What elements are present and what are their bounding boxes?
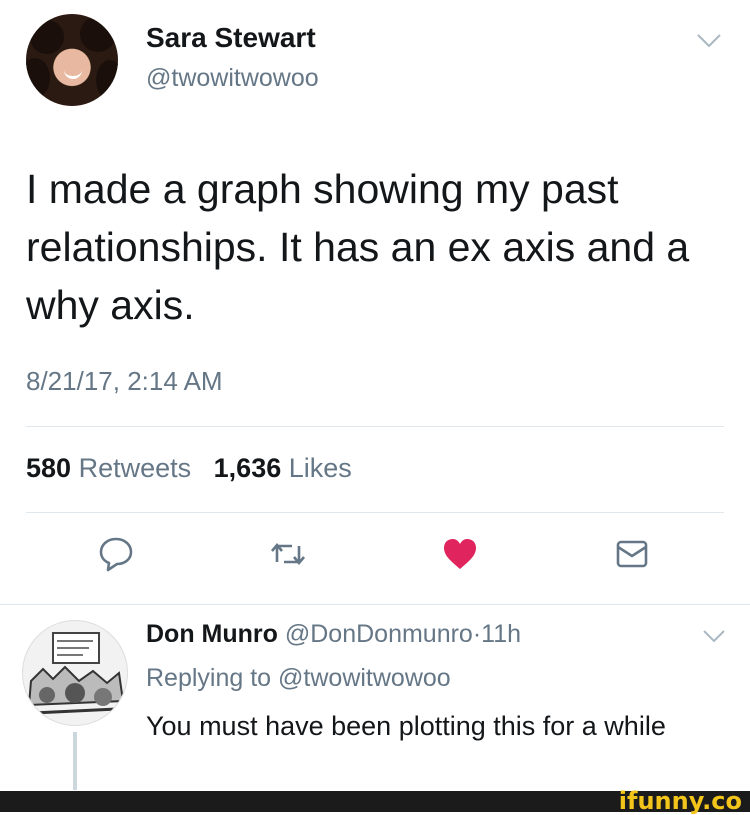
divider (26, 426, 724, 427)
tweet-timestamp[interactable]: 8/21/17, 2:14 AM (26, 366, 223, 397)
author-name[interactable]: Sara Stewart (146, 22, 316, 54)
envelope-icon[interactable] (612, 534, 652, 574)
reply-text: You must have been plotting this for a w… (146, 711, 666, 741)
reply-separator: · (472, 620, 482, 648)
reply-author-handle[interactable]: @DonDonmunro (285, 620, 473, 648)
reply-age[interactable]: 11h (481, 620, 521, 648)
tweet-text: I made a graph showing my past relations… (26, 166, 690, 328)
chevron-down-icon[interactable] (696, 32, 722, 50)
tweet-stats: 580 Retweets 1,636 Likes (26, 453, 352, 484)
chevron-down-icon[interactable] (702, 628, 726, 644)
speech-bubble-icon[interactable] (96, 534, 136, 574)
replying-to-handle[interactable]: @twowitwowoo (278, 664, 451, 692)
replying-prefix: Replying to (146, 664, 272, 692)
like-count[interactable]: 1,636 (214, 453, 282, 483)
divider (0, 604, 750, 605)
retweet-label[interactable]: Retweets (79, 453, 192, 483)
divider (26, 512, 724, 513)
retweet-count[interactable]: 580 (26, 453, 71, 483)
author-handle[interactable]: @twowitwowoo (146, 64, 319, 93)
watermark-logo: ifunny.co (618, 787, 742, 815)
reply-author-avatar[interactable] (22, 620, 128, 726)
replying-to: Replying to @twowitwowoo (146, 664, 451, 693)
watermark-bar: ifunny.co (0, 787, 750, 815)
thread-line (73, 732, 77, 790)
reply-author-name[interactable]: Don Munro (146, 620, 278, 648)
reply-header: Don Munro @DonDonmunro·11h (146, 620, 521, 649)
heart-icon[interactable] (440, 534, 480, 574)
like-label[interactable]: Likes (289, 453, 352, 483)
author-avatar[interactable] (26, 14, 118, 106)
comic-art-icon (27, 632, 125, 715)
retweet-arrows-icon[interactable] (268, 534, 308, 574)
